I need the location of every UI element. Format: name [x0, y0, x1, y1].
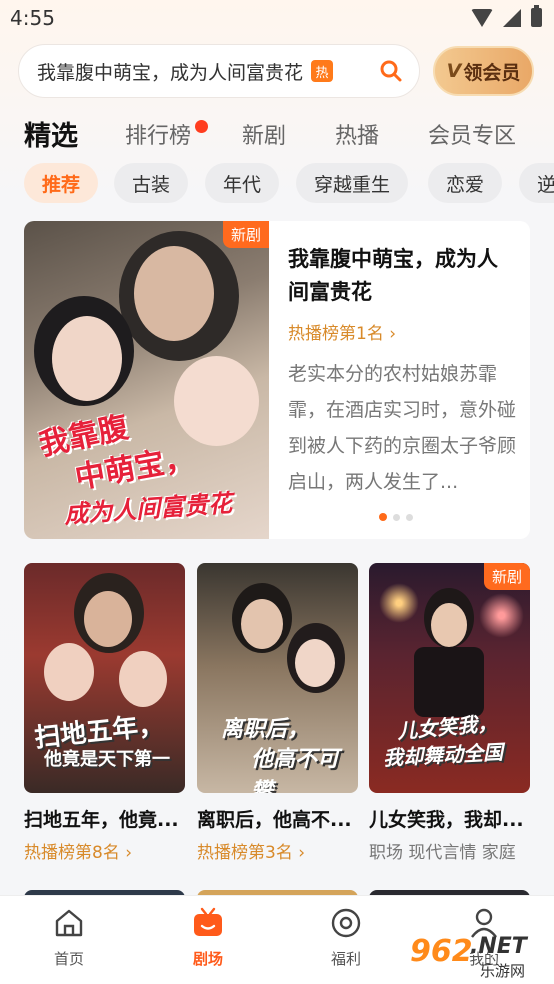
drama-card[interactable]: 扫地五年， 他竟是天下第一 扫地五年，他竟... 热播榜第8名 › [24, 563, 185, 863]
cover-figure-body [414, 647, 484, 717]
battery-icon [531, 5, 542, 27]
carousel-dot-active[interactable] [379, 513, 387, 521]
chip-recommended[interactable]: 推荐 [24, 163, 99, 203]
featured-info: 我靠腹中萌宝，成为人间富贵花 热播榜第1名 › 老实本分的农村姑娘苏霏霏，在酒店… [288, 243, 516, 500]
cover-figure [241, 599, 283, 649]
drama-rank[interactable]: 热播榜第8名 › [24, 838, 185, 863]
site-watermark: 962 .NET 乐游网 [410, 934, 550, 980]
category-chips: 推荐 古装 年代 穿越重生 恋爱 逆 [0, 163, 554, 207]
featured-title[interactable]: 我靠腹中萌宝，成为人间富贵花 [288, 243, 516, 309]
fireworks [479, 593, 524, 638]
chevron-right-icon: › [298, 843, 306, 863]
chevron-right-icon: › [125, 843, 133, 863]
drama-rank[interactable]: 热播榜第3名 › [197, 838, 358, 863]
featured-rank: 热播榜第1名 [288, 324, 384, 344]
status-bar: 4:55 [0, 0, 554, 36]
cover-figure [431, 603, 467, 647]
drama-rank-text: 热播榜第3名 [197, 843, 293, 863]
cover-figure [84, 591, 132, 647]
home-icon [55, 909, 83, 937]
featured-card[interactable]: 我靠腹 中萌宝， 成为人间富贵花 新剧 我靠腹中萌宝，成为人间富贵花 热播榜第1… [24, 221, 530, 539]
chip-more[interactable]: 逆 [519, 163, 554, 203]
cover-title-line2: 他高不可攀 [251, 747, 340, 793]
status-time: 4:55 [10, 6, 55, 30]
chip-costume[interactable]: 古装 [114, 163, 189, 203]
drama-cover[interactable]: 儿女笑我， 我却舞动全国 新剧 [369, 563, 530, 793]
chip-era[interactable]: 年代 [205, 163, 280, 203]
rewards-icon [331, 908, 361, 938]
drama-title[interactable]: 扫地五年，他竟... [24, 805, 185, 832]
drama-tags: 职场 现代言情 家庭 [369, 843, 516, 863]
drama-title[interactable]: 离职后，他高不... [197, 805, 358, 832]
cover-figure [119, 651, 167, 707]
tab-new[interactable]: 新剧 [242, 118, 286, 150]
cover-figure [44, 643, 94, 701]
drama-title[interactable]: 儿女笑我，我却... [369, 805, 530, 832]
cover-figure [295, 639, 335, 687]
tab-featured[interactable]: 精选 [24, 114, 78, 153]
search-icon[interactable] [379, 59, 403, 83]
app-screen: 4:55 我靠腹中萌宝，成为人间富贵花 热 V 领会员 精选 排行榜 新剧 热播… [0, 0, 554, 984]
nav-rewards-label: 福利 [330, 950, 361, 968]
nav-theater[interactable]: 剧场 [168, 906, 248, 969]
wifi-icon [471, 8, 493, 27]
featured-poster[interactable]: 我靠腹 中萌宝， 成为人间富贵花 新剧 [24, 221, 269, 539]
cover-title-line2: 我却舞动全国 [382, 739, 504, 771]
featured-description: 老实本分的农村姑娘苏霏霏，在酒店实习时，意外碰到被人下药的京圈太子爷顾启山，两人… [288, 363, 516, 493]
hot-tag: 热 [311, 60, 334, 82]
drama-cover[interactable]: 扫地五年， 他竟是天下第一 [24, 563, 185, 793]
signal-icon [503, 8, 521, 27]
drama-card[interactable]: 儿女笑我， 我却舞动全国 新剧 儿女笑我，我却... 职场 现代言情 家庭 [369, 563, 530, 863]
watermark-site: 乐游网 [480, 962, 526, 980]
fireworks [379, 583, 419, 623]
search-bar[interactable]: 我靠腹中萌宝，成为人间富贵花 热 [18, 44, 420, 98]
watermark-net: .NET [470, 934, 527, 959]
carousel-dot[interactable] [393, 513, 400, 521]
search-query[interactable]: 我靠腹中萌宝，成为人间富贵花 [37, 58, 303, 85]
theater-icon [194, 907, 222, 936]
nav-home[interactable]: 首页 [29, 906, 109, 969]
featured-rank-link[interactable]: 热播榜第1名 › [288, 319, 516, 344]
chip-time-travel[interactable]: 穿越重生 [296, 163, 409, 203]
vip-v-icon: V [446, 60, 462, 82]
cover-title-line2: 他竟是天下第一 [44, 749, 170, 770]
tab-ranking[interactable]: 排行榜 [125, 118, 191, 150]
top-tabs: 精选 排行榜 新剧 热播 会员专区 [0, 112, 554, 160]
carousel-dots [379, 513, 413, 521]
vip-label: 领会员 [463, 61, 521, 84]
chevron-right-icon: › [389, 324, 397, 344]
carousel-dot[interactable] [406, 513, 413, 521]
new-badge: 新剧 [483, 563, 530, 590]
nav-rewards[interactable]: 福利 [306, 906, 386, 969]
nav-theater-label: 剧场 [192, 950, 223, 968]
status-icons [471, 5, 542, 27]
drama-cover[interactable]: 离职后， 他高不可攀 [197, 563, 358, 793]
new-dot-badge [195, 120, 208, 133]
cover-title-line1: 离职后， [221, 717, 310, 742]
drama-rank-text: 热播榜第8名 [24, 843, 120, 863]
poster-figure [134, 246, 214, 341]
chip-romance[interactable]: 恋爱 [428, 163, 503, 203]
drama-card[interactable]: 离职后， 他高不可攀 离职后，他高不... 热播榜第3名 › [197, 563, 358, 863]
watermark-logo: 962 [410, 934, 473, 969]
tab-vip-zone[interactable]: 会员专区 [428, 118, 516, 150]
nav-home-label: 首页 [53, 950, 84, 968]
tab-hot[interactable]: 热播 [335, 118, 379, 150]
new-badge: 新剧 [222, 221, 269, 248]
get-vip-button[interactable]: V 领会员 [433, 46, 534, 96]
poster-figure [52, 316, 122, 401]
